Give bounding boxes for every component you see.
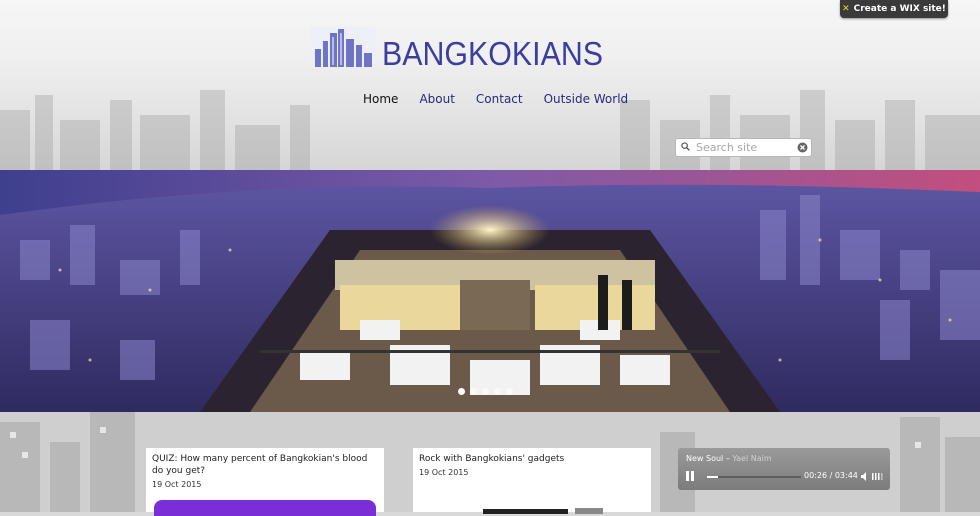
slide-dot-3[interactable]: [482, 388, 489, 395]
slideshow-dots: [458, 388, 513, 395]
quiz-button[interactable]: [154, 500, 376, 516]
track-info: New Soul – Yael Naim: [686, 454, 772, 463]
hero-slideshow-image[interactable]: [0, 170, 980, 412]
post-title[interactable]: Rock with Bangkokians' gadgets: [419, 453, 645, 465]
slide-dot-4[interactable]: [494, 388, 501, 395]
wix-badge-label: Create a WIX site!: [853, 4, 946, 14]
clear-search-icon[interactable]: [797, 142, 808, 153]
current-time: 00:26: [804, 471, 828, 480]
slide-dot-2[interactable]: [470, 388, 477, 395]
volume-icon[interactable]: [861, 472, 885, 481]
post-title[interactable]: QUIZ: How many percent of Bangkokian's b…: [152, 453, 378, 477]
nav-about[interactable]: About: [419, 92, 454, 106]
track-title: New Soul: [686, 454, 724, 463]
search-box: [675, 138, 812, 157]
background-skyline: [0, 90, 980, 170]
wix-x-icon: ✕: [842, 4, 850, 14]
track-time: 00:26 / 03:44: [804, 471, 858, 480]
progress-fill: [707, 476, 719, 478]
search-icon: [681, 142, 690, 151]
total-time: 03:44: [834, 471, 858, 480]
nav-home[interactable]: Home: [363, 92, 398, 106]
site-title[interactable]: BANGKOKIANS: [382, 34, 603, 74]
post-card-gadgets[interactable]: Rock with Bangkokians' gadgets 19 Oct 20…: [413, 448, 651, 514]
post-date: 19 Oct 2015: [419, 468, 469, 477]
nav-contact[interactable]: Contact: [476, 92, 523, 106]
slide-dot-5[interactable]: [506, 388, 513, 395]
nav-outside-world[interactable]: Outside World: [544, 92, 629, 106]
main-nav: Home About Contact Outside World: [363, 92, 628, 106]
post-date: 19 Oct 2015: [152, 480, 202, 489]
slide-dot-1[interactable]: [458, 388, 465, 395]
track-artist: Yael Naim: [732, 454, 772, 463]
pause-icon[interactable]: [685, 471, 695, 481]
logo-skyline-image: [310, 27, 375, 67]
music-player: New Soul – Yael Naim 00:26 / 03:44: [678, 448, 890, 490]
create-wix-site-button[interactable]: ✕ Create a WIX site!: [840, 0, 948, 18]
gadget-image: [483, 508, 603, 514]
progress-bar[interactable]: [707, 476, 801, 478]
post-card-quiz[interactable]: QUIZ: How many percent of Bangkokian's b…: [146, 448, 384, 516]
search-input[interactable]: [696, 140, 791, 155]
